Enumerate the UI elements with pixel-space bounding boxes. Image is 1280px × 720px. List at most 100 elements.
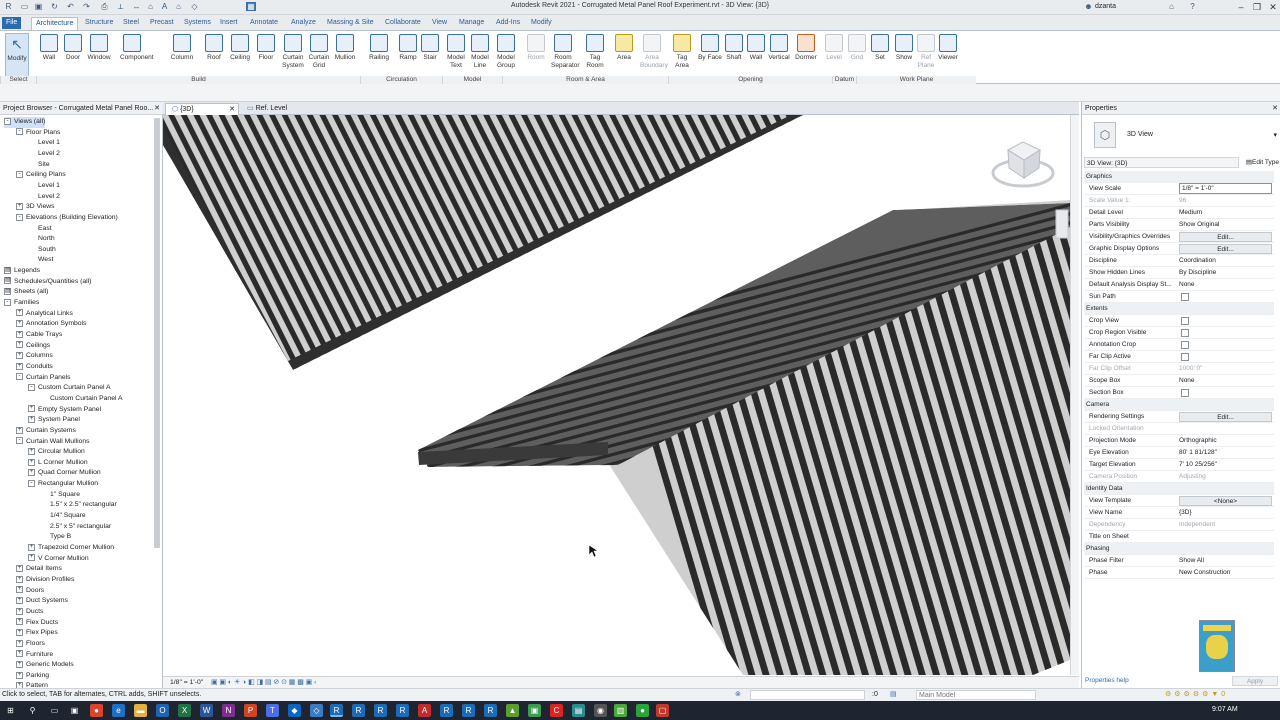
workset-dropdown[interactable] — [750, 690, 865, 700]
tool-model-group-button[interactable]: Model Group — [494, 33, 518, 77]
instance-selector[interactable]: 3D View: {3D} — [1084, 157, 1239, 168]
schedule-icon[interactable]: ▤ — [4, 277, 11, 285]
property-edit-button[interactable]: Edit... — [1179, 244, 1272, 254]
tool-area-button[interactable]: Area — [612, 33, 636, 77]
browser-item[interactable]: Level 1 — [28, 138, 60, 149]
browser-item[interactable]: + Furniture — [16, 650, 53, 661]
browser-item[interactable]: + Circular Mullion — [28, 447, 85, 458]
schedule-icon[interactable]: ▤ — [4, 266, 11, 274]
browser-item[interactable]: + Parking — [16, 671, 49, 682]
browser-item[interactable]: + Detail Items — [16, 564, 62, 575]
browser-item[interactable]: + Empty System Panel — [28, 405, 101, 416]
panel-datum[interactable]: Datum — [832, 76, 856, 84]
browser-item[interactable]: West — [28, 255, 53, 266]
expand-icon[interactable]: + — [28, 447, 35, 455]
search-icon[interactable]: ⚲ — [26, 704, 39, 717]
tool-roof-button[interactable]: Roof — [202, 33, 226, 77]
app-icon[interactable]: ◉ — [594, 704, 607, 717]
tool-ramp-button[interactable]: Ramp — [396, 33, 420, 77]
tool-floor-button[interactable]: Floor — [254, 33, 278, 77]
tab-file[interactable]: File — [2, 17, 22, 29]
property-edit-button[interactable]: Edit... — [1179, 412, 1272, 422]
browser-item[interactable]: + Duct Systems — [16, 596, 68, 607]
browser-item[interactable]: ▤ Legends — [4, 266, 40, 277]
windows-start-icon[interactable]: ⊞ — [4, 704, 17, 717]
property-value[interactable]: Show Original — [1179, 219, 1272, 231]
revit-icon[interactable]: R — [374, 704, 387, 717]
expand-icon[interactable]: + — [16, 628, 23, 636]
property-value[interactable]: 1/8" = 1'-0" — [1179, 183, 1272, 194]
tool-curtain-system-button[interactable]: Curtain System — [281, 33, 305, 77]
property-checkbox[interactable] — [1181, 341, 1189, 349]
expand-icon[interactable]: + — [16, 586, 23, 594]
expand-icon[interactable]: + — [16, 352, 23, 359]
onenote-icon[interactable]: N — [222, 704, 235, 717]
expand-icon[interactable]: + — [16, 618, 23, 626]
app-icon[interactable]: ▢ — [656, 704, 669, 717]
revit-icon[interactable]: R — [462, 704, 475, 717]
expand-icon[interactable]: + — [28, 469, 35, 477]
tool-level-button[interactable]: Level — [822, 33, 846, 77]
expand-icon[interactable]: + — [16, 596, 23, 604]
collapse-icon[interactable]: - — [4, 117, 11, 125]
property-value[interactable]: {3D} — [1179, 507, 1272, 519]
panel-select[interactable]: Select — [0, 76, 36, 84]
property-value[interactable]: 7' 10 25/256" — [1179, 459, 1272, 471]
tool-model-line-button[interactable]: Model Line — [468, 33, 492, 77]
tool-stair-button[interactable]: Stair — [418, 33, 442, 77]
revit-icon[interactable]: R — [440, 704, 453, 717]
expand-icon[interactable]: + — [28, 415, 35, 423]
multitask-icon[interactable]: ▣ — [68, 704, 81, 717]
tool-modify-button[interactable]: ↖ Modify — [5, 33, 29, 77]
tab-steel[interactable]: Steel — [119, 17, 143, 29]
collapse-icon[interactable]: - — [16, 170, 23, 178]
tab-massing-site[interactable]: Massing & Site — [323, 17, 378, 29]
tool-tag-room-button[interactable]: Tag Room — [583, 33, 607, 77]
tab-precast[interactable]: Precast — [146, 17, 178, 29]
navigation-bar[interactable] — [1055, 209, 1069, 239]
expand-icon[interactable]: + — [16, 320, 23, 328]
tab-collaborate[interactable]: Collaborate — [381, 17, 425, 29]
browser-item[interactable]: North — [28, 234, 55, 245]
browser-item[interactable]: Custom Curtain Panel A — [40, 394, 123, 405]
help-icon[interactable]: ? — [1188, 2, 1197, 11]
browser-item[interactable]: + Doors — [16, 586, 44, 597]
property-value[interactable]: None — [1179, 375, 1272, 387]
property-group[interactable]: Graphics — [1084, 171, 1274, 183]
browser-item[interactable]: + Curtain Systems — [16, 426, 76, 437]
browser-item[interactable]: + L Corner Mullion — [28, 458, 88, 469]
tab-view[interactable]: View — [428, 17, 451, 29]
apply-button[interactable]: Apply — [1232, 676, 1278, 686]
edge-icon[interactable]: e — [112, 704, 125, 717]
property-group[interactable]: Camera — [1084, 399, 1274, 411]
browser-item[interactable]: - Elevations (Building Elevation) — [16, 213, 118, 224]
property-checkbox[interactable] — [1181, 293, 1189, 301]
browser-item[interactable]: 2.5" x 5" rectangular — [40, 522, 111, 533]
expand-icon[interactable]: + — [16, 671, 23, 679]
expand-icon[interactable]: + — [16, 426, 23, 434]
browser-item[interactable]: South — [28, 245, 56, 256]
powerpoint-icon[interactable]: P — [244, 704, 257, 717]
expand-icon[interactable]: + — [28, 543, 35, 551]
type-selector-name[interactable]: 3D View — [1127, 131, 1153, 138]
tab-architecture[interactable]: Architecture — [31, 17, 79, 30]
tool-show-button[interactable]: Show — [892, 33, 916, 77]
browser-item[interactable]: - Floor Plans — [16, 128, 60, 139]
expand-icon[interactable]: + — [16, 202, 23, 210]
design-option-dropdown[interactable]: Main Model — [916, 690, 1036, 700]
tab-annotate[interactable]: Annotate — [246, 17, 282, 29]
property-value[interactable]: New Construction — [1179, 567, 1272, 579]
canvas-vertical-scrollbar[interactable] — [1070, 115, 1079, 675]
tab-add-ins[interactable]: Add-Ins — [492, 17, 524, 29]
tool-area-boundary-button[interactable]: Area Boundary — [640, 33, 668, 77]
browser-item[interactable]: East — [28, 224, 52, 235]
panel-model[interactable]: Model — [442, 76, 502, 84]
browser-item[interactable]: + Floors — [16, 639, 45, 650]
app-icon[interactable]: ● — [636, 704, 649, 717]
expand-icon[interactable]: + — [16, 341, 23, 349]
browser-item[interactable]: 1.5" x 2.5" rectangular — [40, 500, 117, 511]
user-icon[interactable]: ☻ — [1084, 2, 1093, 11]
expand-icon[interactable]: + — [16, 309, 23, 317]
expand-icon[interactable]: + — [16, 607, 23, 615]
property-value[interactable]: None — [1179, 279, 1272, 291]
